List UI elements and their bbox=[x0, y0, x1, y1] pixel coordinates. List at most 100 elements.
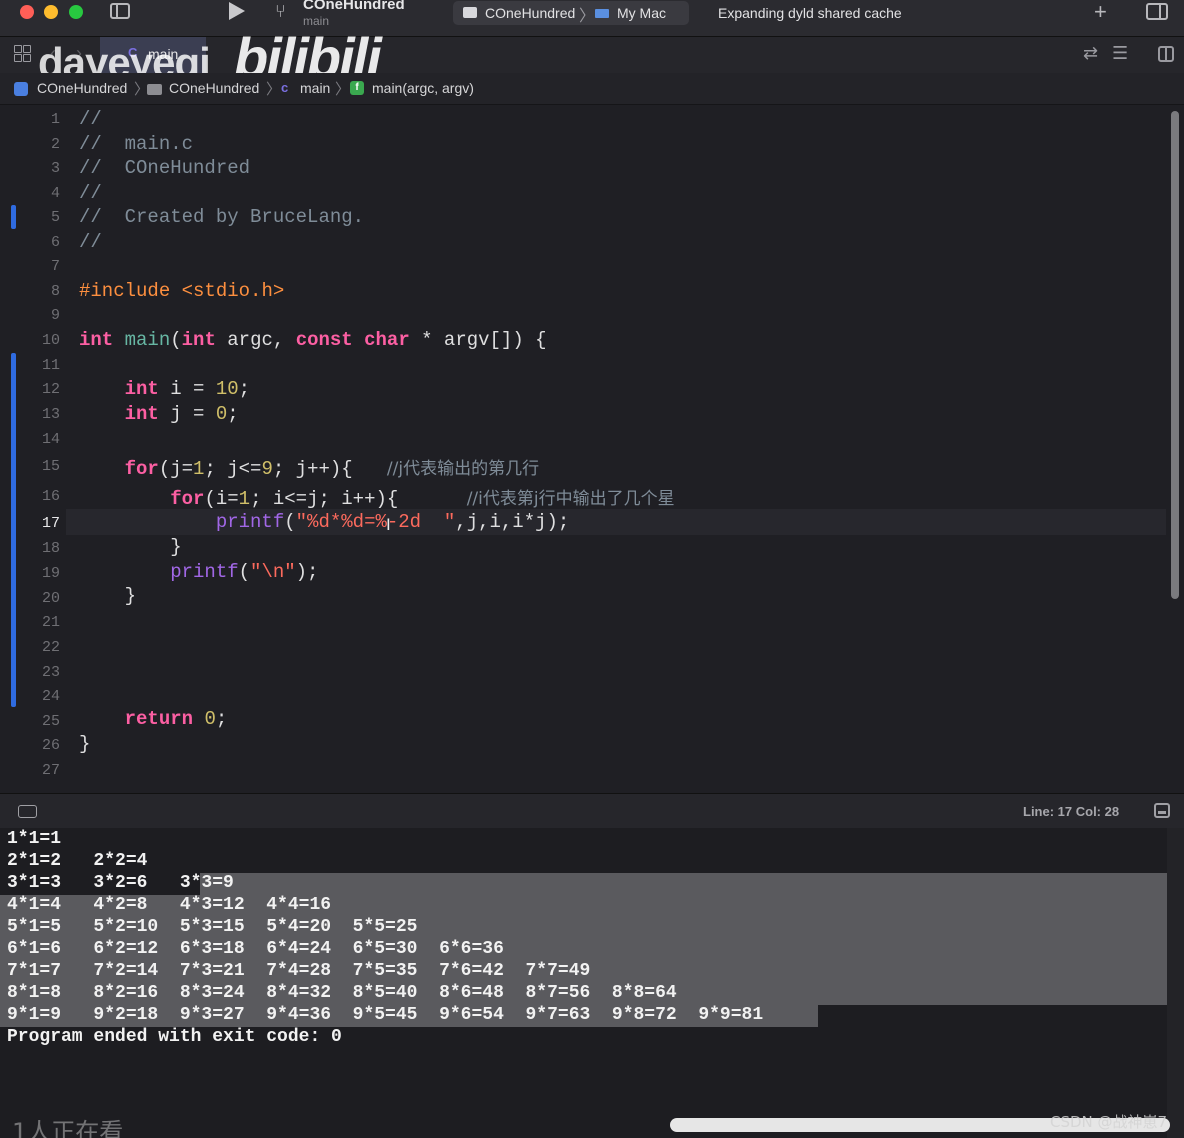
editor-options-icon[interactable]: ☰ bbox=[1112, 43, 1128, 64]
number-literal: 9 bbox=[261, 458, 273, 480]
swap-arrows-icon[interactable]: ⇄ bbox=[1083, 43, 1098, 64]
function-icon: f bbox=[350, 81, 364, 95]
hide-debug-area-icon[interactable] bbox=[18, 805, 37, 818]
code-line-6: // bbox=[79, 231, 102, 253]
line-number[interactable]: 1 bbox=[0, 111, 60, 128]
console-output[interactable]: 1*1=1 2*1=2 2*2=4 3*1=3 3*2=6 3*3=9 4*1=4 4… bbox=[0, 828, 1184, 1138]
branch-icon[interactable]: ⑂ bbox=[275, 1, 286, 22]
chevron-right-icon: 〉 bbox=[266, 81, 282, 98]
console-line: 3*1=3 3*2=6 3*3=9 bbox=[7, 873, 234, 893]
run-destination[interactable]: My Mac bbox=[617, 5, 666, 21]
line-number[interactable]: 8 bbox=[0, 283, 60, 300]
breadcrumb-project[interactable]: COneHundred bbox=[37, 80, 127, 96]
keyword: int bbox=[124, 378, 159, 400]
keyword: int bbox=[79, 329, 114, 351]
string-literal: "%d*%d=%-2d " bbox=[295, 511, 456, 533]
line-number[interactable]: 5 bbox=[0, 209, 60, 226]
code-line-4: // bbox=[79, 182, 102, 204]
line-number[interactable]: 25 bbox=[0, 713, 60, 730]
add-icon[interactable]: + bbox=[1094, 0, 1107, 25]
line-number[interactable]: 10 bbox=[0, 332, 60, 349]
breadcrumb-group[interactable]: COneHundred bbox=[169, 80, 259, 96]
line-number[interactable]: 13 bbox=[0, 406, 60, 423]
line-number[interactable]: 19 bbox=[0, 565, 60, 582]
comment: // bbox=[79, 182, 102, 204]
function-call: printf bbox=[170, 561, 239, 583]
line-number[interactable]: 11 bbox=[0, 357, 60, 374]
identifier: * argv[]) { bbox=[409, 329, 547, 351]
line-number[interactable]: 7 bbox=[0, 258, 60, 275]
number-literal: 1 bbox=[238, 488, 251, 510]
identifier: argc, bbox=[215, 329, 296, 351]
editor-scrollbar[interactable] bbox=[1171, 111, 1179, 599]
number-literal: 10 bbox=[215, 378, 239, 400]
close-window-button[interactable] bbox=[20, 5, 34, 19]
line-number[interactable]: 22 bbox=[0, 639, 60, 656]
punctuation: ( bbox=[238, 561, 251, 583]
split-editor-icon[interactable] bbox=[1158, 46, 1174, 62]
line-number[interactable]: 17 bbox=[0, 515, 60, 532]
line-number[interactable]: 9 bbox=[0, 307, 60, 324]
line-number[interactable]: 16 bbox=[0, 488, 60, 505]
line-number[interactable]: 24 bbox=[0, 688, 60, 705]
punctuation: ( bbox=[170, 329, 182, 351]
line-number[interactable]: 4 bbox=[0, 185, 60, 202]
keyword: for bbox=[170, 488, 205, 510]
change-indicator[interactable] bbox=[11, 205, 16, 229]
run-button[interactable] bbox=[229, 2, 245, 20]
line-number[interactable]: 3 bbox=[0, 160, 60, 177]
line-number[interactable]: 2 bbox=[0, 136, 60, 153]
punctuation: ; bbox=[227, 403, 239, 425]
c-file-icon: c bbox=[281, 80, 289, 95]
keyword: const bbox=[295, 329, 353, 351]
line-number[interactable]: 21 bbox=[0, 614, 60, 631]
line-number[interactable]: 26 bbox=[0, 737, 60, 754]
csdn-watermark: CSDN @战神崽7 bbox=[1050, 1113, 1168, 1131]
line-number-gutter[interactable]: 1 2 3 4 5 6 7 8 9 10 11 12 13 14 15 16 17 18 19 20 21 22 23 24 2… bbox=[0, 105, 66, 793]
activity-status: Expanding dyld shared cache bbox=[718, 5, 902, 21]
keyword: int bbox=[181, 329, 216, 351]
console-toggle-icon[interactable] bbox=[1154, 803, 1170, 818]
identifier: (i= bbox=[204, 488, 239, 510]
source-editor[interactable]: 1 2 3 4 5 6 7 8 9 10 11 12 13 14 15 16 17 18 19 20 21 22 23 24 2… bbox=[0, 105, 1184, 793]
chevron-right-icon: 〉 bbox=[335, 81, 351, 98]
code-line-26: } bbox=[79, 733, 90, 755]
line-number[interactable]: 23 bbox=[0, 664, 60, 681]
zoom-window-button[interactable] bbox=[69, 5, 83, 19]
i-beam-cursor-icon: I bbox=[386, 515, 391, 534]
scheme-selector[interactable]: COneHundred 〉 My Mac bbox=[453, 1, 689, 25]
scheme-name[interactable]: COneHundred bbox=[485, 5, 575, 21]
comment: // COneHundred bbox=[79, 157, 251, 179]
window-toolbar: ⑂ COneHundred main COneHundred 〉 My Mac … bbox=[0, 0, 1184, 37]
punctuation: } bbox=[170, 536, 182, 558]
line-number[interactable]: 15 bbox=[0, 458, 60, 475]
code-line-13: int j = 0; bbox=[79, 403, 239, 425]
minimize-window-button[interactable] bbox=[44, 5, 58, 19]
punctuation: ; bbox=[215, 708, 228, 730]
change-indicator[interactable] bbox=[11, 353, 16, 707]
code-line-2: // main.c bbox=[79, 133, 193, 155]
project-icon bbox=[14, 82, 28, 96]
console-scrollbar-track[interactable] bbox=[1167, 828, 1184, 1138]
inspector-toggle-icon[interactable] bbox=[1146, 3, 1168, 20]
punctuation: ; bbox=[238, 378, 251, 400]
breadcrumb-file[interactable]: main bbox=[300, 80, 330, 96]
app-target-icon bbox=[463, 7, 477, 18]
line-number[interactable]: 6 bbox=[0, 234, 60, 251]
navigator-toggle-icon[interactable] bbox=[110, 3, 130, 19]
line-number[interactable]: 14 bbox=[0, 431, 60, 448]
line-number[interactable]: 12 bbox=[0, 381, 60, 398]
line-number[interactable]: 18 bbox=[0, 540, 60, 557]
code-line-10: int main(int argc, const char * argv[]) … bbox=[79, 329, 547, 351]
breadcrumb-function[interactable]: main(argc, argv) bbox=[372, 80, 474, 96]
identifier: i = bbox=[158, 378, 216, 400]
code-line-8: #include <stdio.h> bbox=[79, 280, 284, 302]
line-number[interactable]: 27 bbox=[0, 762, 60, 779]
line-number[interactable]: 20 bbox=[0, 590, 60, 607]
comment: // main.c bbox=[79, 133, 194, 155]
jump-bar: COneHundred 〉 COneHundred 〉 c main 〉 f m… bbox=[0, 73, 1184, 105]
code-line-12: int i = 10; bbox=[79, 378, 250, 400]
related-items-grid-icon[interactable] bbox=[14, 45, 32, 63]
identifier: j = bbox=[158, 403, 216, 425]
code-line-15: for(j=1; j<=9; j++){ //j代表输出的第几行 bbox=[79, 454, 539, 480]
